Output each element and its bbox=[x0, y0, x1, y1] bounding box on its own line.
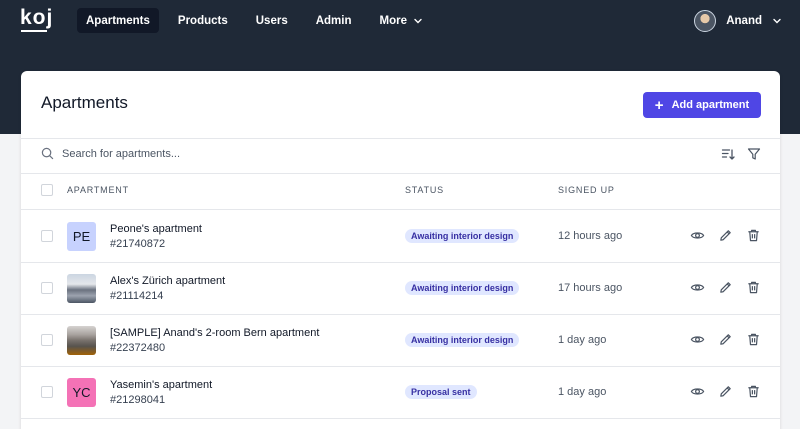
apartment-photo bbox=[67, 274, 96, 303]
status-badge: Awaiting interior design bbox=[405, 333, 520, 347]
chevron-down-icon bbox=[773, 18, 781, 23]
user-name: Anand bbox=[726, 14, 762, 27]
view-icon[interactable] bbox=[690, 228, 705, 243]
user-menu[interactable]: Anand bbox=[694, 8, 782, 33]
search-bar bbox=[41, 147, 362, 160]
logo[interactable]: koj bbox=[20, 6, 53, 30]
nav-item-apartments[interactable]: Apartments bbox=[77, 8, 159, 33]
signed-up-time: 1 day ago bbox=[558, 386, 607, 398]
logo-underline bbox=[21, 30, 47, 32]
delete-icon[interactable] bbox=[746, 228, 761, 243]
nav-item-more[interactable]: More bbox=[371, 8, 432, 33]
signed-up-time: 17 hours ago bbox=[558, 282, 623, 294]
edit-icon[interactable] bbox=[718, 332, 733, 347]
add-apartment-button[interactable]: + Add apartment bbox=[643, 92, 761, 118]
signed-up-time: 1 day ago bbox=[558, 334, 607, 346]
divider bbox=[21, 138, 780, 139]
status-badge: Awaiting interior design bbox=[405, 229, 520, 243]
add-apartment-label: Add apartment bbox=[671, 99, 750, 111]
view-icon[interactable] bbox=[690, 332, 705, 347]
row-checkbox[interactable] bbox=[41, 334, 53, 346]
apartment-photo bbox=[67, 326, 96, 355]
nav-item-products[interactable]: Products bbox=[169, 8, 237, 33]
apartment-name[interactable]: Alex's Zürich apartment bbox=[110, 275, 225, 287]
view-icon[interactable] bbox=[690, 280, 705, 295]
column-header-status[interactable]: STATUS bbox=[405, 185, 444, 195]
edit-icon[interactable] bbox=[718, 228, 733, 243]
signed-up-time: 12 hours ago bbox=[558, 230, 623, 242]
select-all-checkbox[interactable] bbox=[41, 184, 53, 196]
table-row[interactable]: YC Yasemin's apartment #21298041 Proposa… bbox=[21, 366, 780, 418]
nav-label: Products bbox=[177, 14, 228, 27]
column-header-signed-up[interactable]: SIGNED UP bbox=[558, 185, 615, 195]
column-header-apartment[interactable]: APARTMENT bbox=[67, 185, 129, 195]
avatar bbox=[694, 9, 717, 32]
filter-icon[interactable] bbox=[747, 147, 761, 161]
apartment-name[interactable]: Peone's apartment bbox=[110, 223, 202, 235]
apartment-name[interactable]: Yasemin's apartment bbox=[110, 379, 212, 391]
nav-item-users[interactable]: Users bbox=[247, 8, 297, 33]
apartment-initials-avatar: PE bbox=[67, 222, 96, 251]
search-icon bbox=[41, 147, 54, 160]
row-checkbox[interactable] bbox=[41, 230, 53, 242]
row-checkbox[interactable] bbox=[41, 386, 53, 398]
table-row[interactable]: PE Peone's apartment #21740872 Awaiting … bbox=[21, 210, 780, 262]
apartment-id: #21298041 bbox=[110, 394, 166, 406]
main-nav: Apartments Products Users Admin More bbox=[77, 8, 432, 33]
nav-label: Admin bbox=[315, 14, 352, 27]
apartment-id: #21740872 bbox=[110, 238, 166, 250]
page-title: Apartments bbox=[41, 93, 128, 112]
row-checkbox[interactable] bbox=[41, 282, 53, 294]
nav-label: Apartments bbox=[86, 14, 150, 27]
view-icon[interactable] bbox=[690, 384, 705, 399]
edit-icon[interactable] bbox=[718, 280, 733, 295]
apartment-name[interactable]: [SAMPLE] Anand's 2-room Bern apartment bbox=[110, 327, 319, 339]
nav-label: More bbox=[379, 14, 407, 27]
edit-icon[interactable] bbox=[718, 384, 733, 399]
apartment-id: #21114214 bbox=[110, 290, 164, 302]
table-row[interactable]: [SAMPLE] Anand's 2-room Bern apartment #… bbox=[21, 314, 780, 366]
delete-icon[interactable] bbox=[746, 332, 761, 347]
sort-icon[interactable] bbox=[721, 147, 735, 161]
plus-icon: + bbox=[654, 96, 664, 114]
chevron-down-icon bbox=[414, 18, 422, 23]
delete-icon[interactable] bbox=[746, 280, 761, 295]
status-badge: Awaiting interior design bbox=[405, 281, 520, 295]
search-input[interactable] bbox=[62, 147, 362, 160]
divider bbox=[21, 418, 780, 419]
apartment-initials-avatar: YC bbox=[67, 378, 96, 407]
apartment-id: #22372480 bbox=[110, 342, 166, 354]
nav-label: Users bbox=[255, 14, 288, 27]
table-row[interactable]: Alex's Zürich apartment #21114214 Awaiti… bbox=[21, 262, 780, 314]
nav-item-admin[interactable]: Admin bbox=[307, 8, 361, 33]
divider bbox=[21, 173, 780, 174]
delete-icon[interactable] bbox=[746, 384, 761, 399]
status-badge: Proposal sent bbox=[405, 385, 477, 399]
apartments-card: Apartments + Add apartment APARTMENT STA… bbox=[21, 71, 780, 429]
